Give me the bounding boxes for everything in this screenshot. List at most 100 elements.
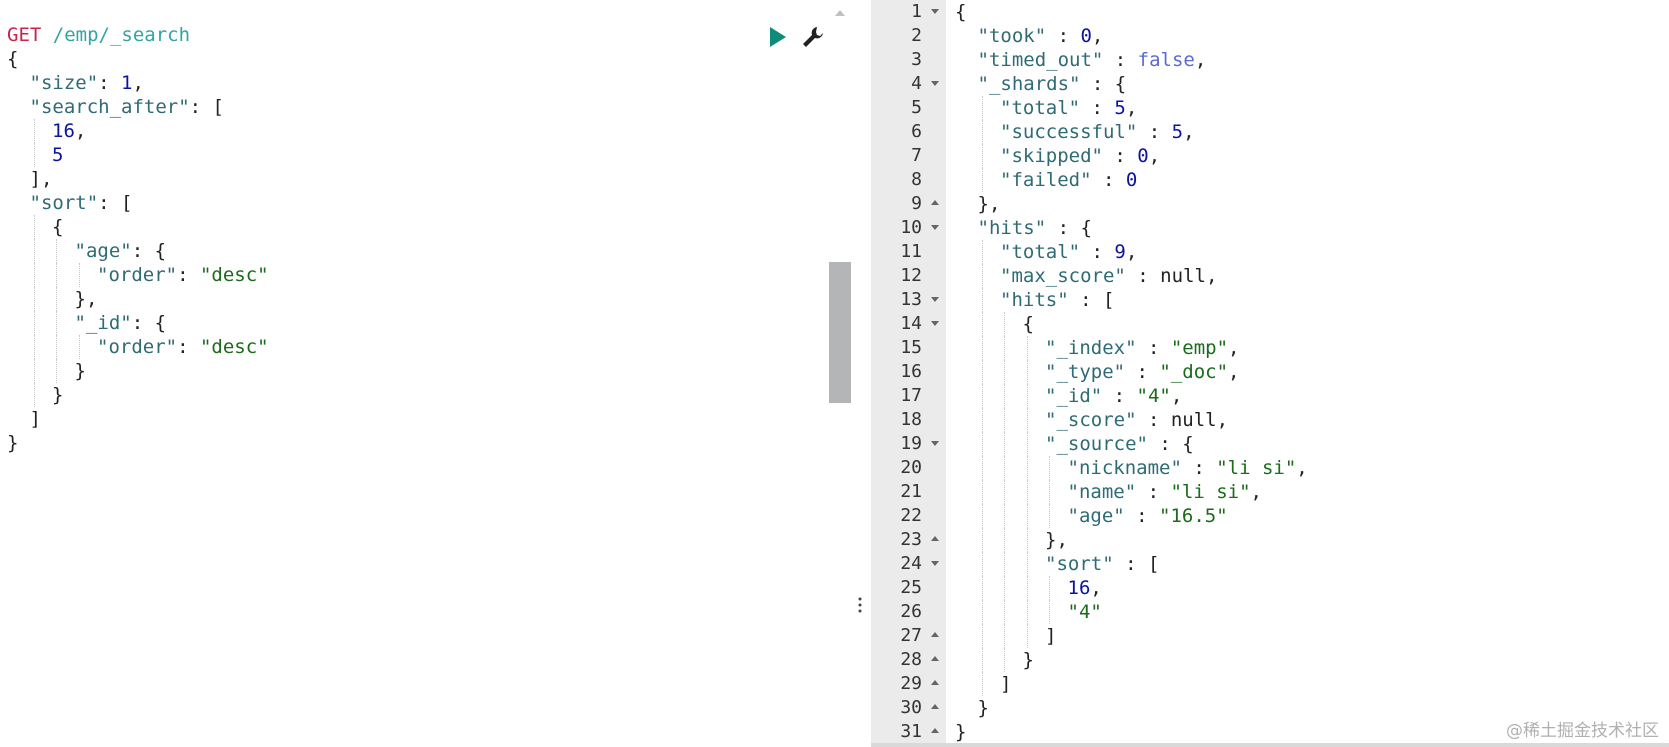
token-key: "age" — [1067, 505, 1125, 527]
token-punc: : — [1102, 385, 1137, 407]
token-punc: : — [98, 72, 122, 94]
token-key: "skipped" — [1000, 145, 1103, 167]
token-key: "_type" — [1045, 361, 1126, 383]
indent-guide — [33, 311, 35, 335]
token-punc: : — [1125, 361, 1160, 383]
indent-guide — [1049, 456, 1050, 480]
token-punc: : — [1091, 169, 1126, 191]
indent-guide — [981, 240, 983, 264]
fold-arrow-up-icon[interactable] — [931, 632, 939, 637]
indent-guide — [981, 528, 983, 552]
token-punc: , — [1250, 481, 1262, 503]
token-str: "_doc" — [1159, 361, 1229, 383]
token-punc: : — [177, 264, 200, 286]
line-number: 20 — [871, 456, 946, 480]
line-number-text: 13 — [900, 289, 922, 310]
response-line: { — [955, 312, 1308, 336]
line-number-text: 27 — [900, 625, 922, 646]
token-punc: }, — [74, 288, 98, 310]
token-num: 5 — [1114, 97, 1126, 119]
response-viewer[interactable]: 1 2 3 4 5 6 7 8 9 10 11 12 13 14 15 16 17 18 19 20 21 22 23 24 2… — [871, 0, 1669, 747]
request-body[interactable]: {"size": 1, "search_after": [16, 5], "sort"… — [7, 47, 269, 455]
line-number: 13 — [871, 288, 946, 312]
request-line: "sort": [ — [7, 191, 269, 215]
token-key: "hits" — [1000, 289, 1069, 311]
indent-guide — [981, 456, 983, 480]
panel-resizer[interactable] — [851, 0, 871, 747]
line-number-text: 14 — [900, 313, 922, 334]
fold-arrow-up-icon[interactable] — [931, 536, 939, 541]
indent-guide — [981, 312, 983, 336]
token-key: "name" — [1067, 481, 1137, 503]
response-line: } — [955, 648, 1308, 672]
token-key: "order" — [97, 264, 178, 286]
line-number: 29 — [871, 672, 946, 696]
token-punc: : { — [131, 240, 167, 262]
indent-guide — [1049, 504, 1050, 528]
token-punc: , — [1183, 121, 1195, 143]
token-key: "sort" — [1045, 553, 1114, 575]
token-key: "_id" — [1045, 385, 1103, 407]
fold-arrow-up-icon[interactable] — [931, 200, 939, 205]
indent-guide — [981, 576, 983, 600]
response-horizontal-scrollbar[interactable] — [871, 743, 1669, 747]
fold-arrow-up-icon[interactable] — [931, 656, 939, 661]
fold-arrow-down-icon[interactable] — [931, 81, 939, 86]
token-punc: { — [52, 216, 64, 238]
request-code[interactable]: GET /emp/_search {"size": 1, "search_afte… — [7, 23, 269, 455]
line-number: 7 — [871, 144, 946, 168]
line-number-text: 22 — [900, 505, 922, 526]
indent-guide — [1004, 528, 1005, 552]
response-line: } — [955, 696, 1308, 720]
token-num: 0 — [1137, 145, 1149, 167]
token-key: "timed_out" — [977, 49, 1104, 71]
token-punc: , — [1216, 409, 1229, 431]
indent-guide — [1026, 600, 1028, 624]
fold-arrow-up-icon[interactable] — [931, 680, 939, 685]
line-number-text: 5 — [911, 97, 922, 118]
indent-guide — [1004, 480, 1005, 504]
fold-arrow-down-icon[interactable] — [931, 225, 939, 230]
fold-arrow-up-icon[interactable] — [931, 728, 939, 733]
line-number-text: 2 — [911, 25, 922, 46]
line-number: 6 — [871, 120, 946, 144]
request-line: } — [7, 431, 269, 455]
indent-guide — [1004, 432, 1005, 456]
request-editor[interactable]: GET /emp/_search {"size": 1, "search_afte… — [0, 0, 851, 747]
response-code[interactable]: {"took" : 0, "timed_out" : false, "_shards… — [955, 0, 1308, 744]
token-key: "nickname" — [1067, 457, 1182, 479]
fold-arrow-down-icon[interactable] — [931, 561, 939, 566]
fold-arrow-down-icon[interactable] — [931, 297, 939, 302]
scroll-up-arrow[interactable] — [832, 4, 848, 20]
response-line: }, — [955, 528, 1308, 552]
token-punc: ] — [1045, 625, 1057, 647]
token-punc: : { — [1046, 217, 1092, 239]
fold-arrow-up-icon[interactable] — [931, 704, 939, 709]
token-punc: : — [177, 336, 200, 358]
indent-guide — [1026, 360, 1028, 384]
run-request-button[interactable] — [767, 24, 789, 50]
indent-guide — [1049, 600, 1050, 624]
token-key: "sort" — [29, 192, 99, 214]
drag-handle-icon — [858, 597, 862, 613]
token-num: 16 — [1067, 577, 1091, 599]
line-number-gutter: 1 2 3 4 5 6 7 8 9 10 11 12 13 14 15 16 17 18 19 20 21 22 23 24 2… — [871, 0, 946, 747]
request-line: }, — [7, 287, 269, 311]
fold-arrow-down-icon[interactable] — [931, 441, 939, 446]
request-scrollbar-thumb[interactable] — [829, 262, 851, 403]
fold-arrow-down-icon[interactable] — [931, 9, 939, 14]
line-number-text: 20 — [900, 457, 922, 478]
fold-arrow-down-icon[interactable] — [931, 321, 939, 326]
request-line: "order": "desc" — [7, 335, 269, 359]
indent-guide — [981, 504, 983, 528]
response-line: "_index" : "emp", — [955, 336, 1308, 360]
token-punc: } — [52, 384, 64, 406]
indent-guide — [1026, 408, 1028, 432]
caret-up-icon — [835, 10, 845, 16]
indent-guide — [78, 263, 80, 287]
token-key: "failed" — [1000, 169, 1092, 191]
token-punc: : [ — [1068, 289, 1115, 311]
settings-button[interactable] — [800, 24, 826, 50]
token-punc: : — [1080, 97, 1115, 119]
token-punc: : — [1102, 145, 1138, 167]
